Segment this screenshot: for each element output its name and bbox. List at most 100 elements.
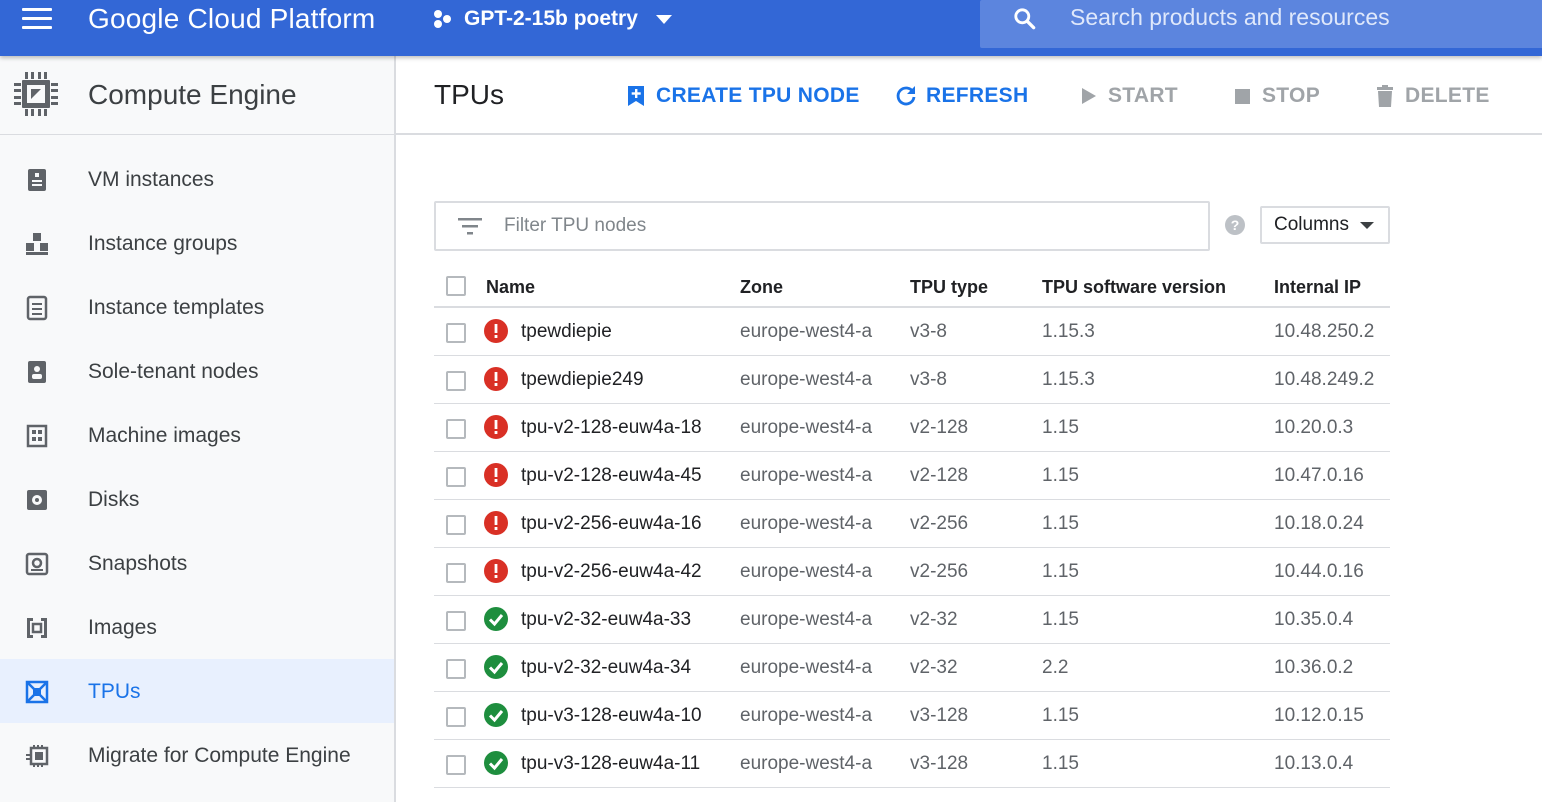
- project-selector[interactable]: GPT-2-15b poetry: [432, 4, 672, 34]
- tpu-type-cell: v3-128: [910, 753, 969, 774]
- top-bar: Google Cloud Platform GPT-2-15b poetry: [0, 0, 1542, 56]
- sidebar-item-vm-instances[interactable]: VM instances: [0, 147, 394, 211]
- internal-ip-cell: 10.13.0.4: [1274, 753, 1354, 774]
- row-checkbox[interactable]: [446, 467, 466, 487]
- check-circle-icon: [484, 703, 508, 727]
- select-all-checkbox[interactable]: [446, 276, 466, 296]
- software-version-cell: 1.15.3: [1042, 369, 1095, 390]
- sidebar-item-machine-images[interactable]: Machine images: [0, 403, 394, 467]
- row-checkbox[interactable]: [446, 755, 466, 775]
- sidebar-item-images[interactable]: Images: [0, 595, 394, 659]
- table-row: tpu-v2-256-euw4a-16 europe-west4-a v2-256 1…: [434, 500, 1390, 548]
- brand-title[interactable]: Google Cloud Platform: [88, 2, 375, 36]
- filter-input[interactable]: [504, 212, 1194, 240]
- instance-groups-icon: [26, 233, 48, 255]
- internal-ip-cell: 10.36.0.2: [1274, 657, 1354, 678]
- software-version-cell: 1.15: [1042, 417, 1079, 438]
- tpu-type-cell: v2-128: [910, 417, 969, 438]
- delete-button[interactable]: DELETE: [1373, 82, 1490, 110]
- sidebar-item-instance-groups[interactable]: Instance groups: [0, 211, 394, 275]
- zone-cell: europe-west4-a: [740, 657, 873, 678]
- column-header-zone[interactable]: Zone: [740, 276, 783, 298]
- tpu-name-link[interactable]: tpewdiepie: [521, 320, 612, 344]
- delete-label: DELETE: [1405, 84, 1490, 107]
- tpu-name-link[interactable]: tpu-v2-256-euw4a-16: [521, 512, 702, 536]
- sidebar-header: Compute Engine: [0, 56, 394, 135]
- row-checkbox[interactable]: [446, 515, 466, 535]
- column-header-tpu-type[interactable]: TPU type: [910, 276, 988, 298]
- stop-button[interactable]: STOP: [1230, 82, 1320, 110]
- column-header-name[interactable]: Name: [486, 276, 535, 298]
- internal-ip-cell: 10.20.0.3: [1274, 417, 1354, 438]
- error-icon: [484, 319, 508, 343]
- refresh-button[interactable]: REFRESH: [894, 82, 1028, 110]
- tpu-name-link[interactable]: tpu-v2-128-euw4a-18: [521, 416, 702, 440]
- sidebar-item-disks[interactable]: Disks: [0, 467, 394, 531]
- internal-ip-cell: 10.12.0.15: [1274, 705, 1364, 726]
- sidebar-item-label: VM instances: [88, 168, 215, 191]
- row-checkbox[interactable]: [446, 659, 466, 679]
- sidebar-item-label: Instance templates: [88, 296, 265, 319]
- tpu-name-link[interactable]: tpu-v2-32-euw4a-33: [521, 608, 691, 632]
- software-version-cell: 1.15: [1042, 609, 1079, 630]
- zone-cell: europe-west4-a: [740, 561, 873, 582]
- table-row: tpu-v2-128-euw4a-18 europe-west4-a v2-128 1…: [434, 404, 1390, 452]
- software-version-cell: 1.15: [1042, 465, 1079, 486]
- software-version-cell: 1.15: [1042, 561, 1079, 582]
- sidebar-item-label: Disks: [88, 488, 140, 511]
- column-header-software-version[interactable]: TPU software version: [1042, 276, 1226, 298]
- sidebar-item-tpus[interactable]: TPUs: [0, 659, 394, 723]
- tpu-icon: [25, 680, 49, 704]
- refresh-icon: [896, 86, 916, 106]
- sidebar-nav: VM instances Instance groups Instance te…: [0, 147, 394, 787]
- row-checkbox[interactable]: [446, 371, 466, 391]
- sidebar-item-migrate[interactable]: Migrate for Compute Engine: [0, 723, 394, 787]
- project-name: GPT-2-15b poetry: [464, 7, 638, 30]
- main-content: TPUs CREATE TPU NODE REFRESH START STOP …: [396, 56, 1542, 802]
- snapshot-icon: [25, 552, 49, 576]
- tpu-name-link[interactable]: tpewdiepie249: [521, 368, 644, 392]
- software-version-cell: 1.15: [1042, 753, 1079, 774]
- search-input[interactable]: [1070, 0, 1530, 34]
- table-row: tpewdiepie249 europe-west4-a v3-8 1.15.3 10.…: [434, 356, 1390, 404]
- sidebar-item-snapshots[interactable]: Snapshots: [0, 531, 394, 595]
- software-version-cell: 2.2: [1042, 657, 1069, 678]
- table-row: tpu-v3-128-euw4a-10 europe-west4-a v3-128 1…: [434, 692, 1390, 740]
- start-button[interactable]: START: [1076, 82, 1178, 110]
- row-checkbox[interactable]: [446, 419, 466, 439]
- table-row: tpu-v2-128-euw4a-45 europe-west4-a v2-128 1…: [434, 452, 1390, 500]
- columns-dropdown[interactable]: Columns: [1260, 206, 1390, 244]
- trash-icon: [1377, 85, 1393, 107]
- row-checkbox[interactable]: [446, 563, 466, 583]
- row-checkbox[interactable]: [446, 707, 466, 727]
- stop-label: STOP: [1262, 84, 1320, 107]
- menu-icon[interactable]: [22, 8, 52, 32]
- start-label: START: [1108, 84, 1178, 107]
- zone-cell: europe-west4-a: [740, 513, 873, 534]
- create-tpu-node-button[interactable]: CREATE TPU NODE: [624, 82, 860, 110]
- help-icon[interactable]: ?: [1225, 215, 1245, 235]
- zone-cell: europe-west4-a: [740, 369, 873, 390]
- vm-instances-icon: [28, 169, 46, 191]
- sidebar-item-instance-templates[interactable]: Instance templates: [0, 275, 394, 339]
- tpu-name-link[interactable]: tpu-v2-256-euw4a-42: [521, 560, 702, 584]
- column-header-internal-ip[interactable]: Internal IP: [1274, 276, 1361, 298]
- row-checkbox[interactable]: [446, 611, 466, 631]
- chevron-down-icon: [1360, 222, 1374, 229]
- stop-icon: [1235, 89, 1250, 104]
- sidebar-item-sole-tenant-nodes[interactable]: Sole-tenant nodes: [0, 339, 394, 403]
- check-circle-icon: [484, 751, 508, 775]
- sole-tenant-icon: [28, 361, 46, 383]
- create-tpu-node-label: CREATE TPU NODE: [656, 84, 860, 107]
- sidebar-item-label: TPUs: [88, 680, 141, 703]
- sidebar-item-label: Sole-tenant nodes: [88, 360, 259, 383]
- tpu-name-link[interactable]: tpu-v3-128-euw4a-10: [521, 704, 702, 728]
- tpu-name-link[interactable]: tpu-v3-128-euw4a-11: [521, 752, 700, 776]
- error-icon: [484, 511, 508, 535]
- tpu-name-link[interactable]: tpu-v2-32-euw4a-34: [521, 656, 691, 680]
- tpu-name-link[interactable]: tpu-v2-128-euw4a-45: [521, 464, 702, 488]
- search-icon[interactable]: [1012, 6, 1038, 32]
- row-checkbox[interactable]: [446, 323, 466, 343]
- software-version-cell: 1.15: [1042, 705, 1079, 726]
- action-toolbar: TPUs CREATE TPU NODE REFRESH START STOP …: [396, 56, 1542, 135]
